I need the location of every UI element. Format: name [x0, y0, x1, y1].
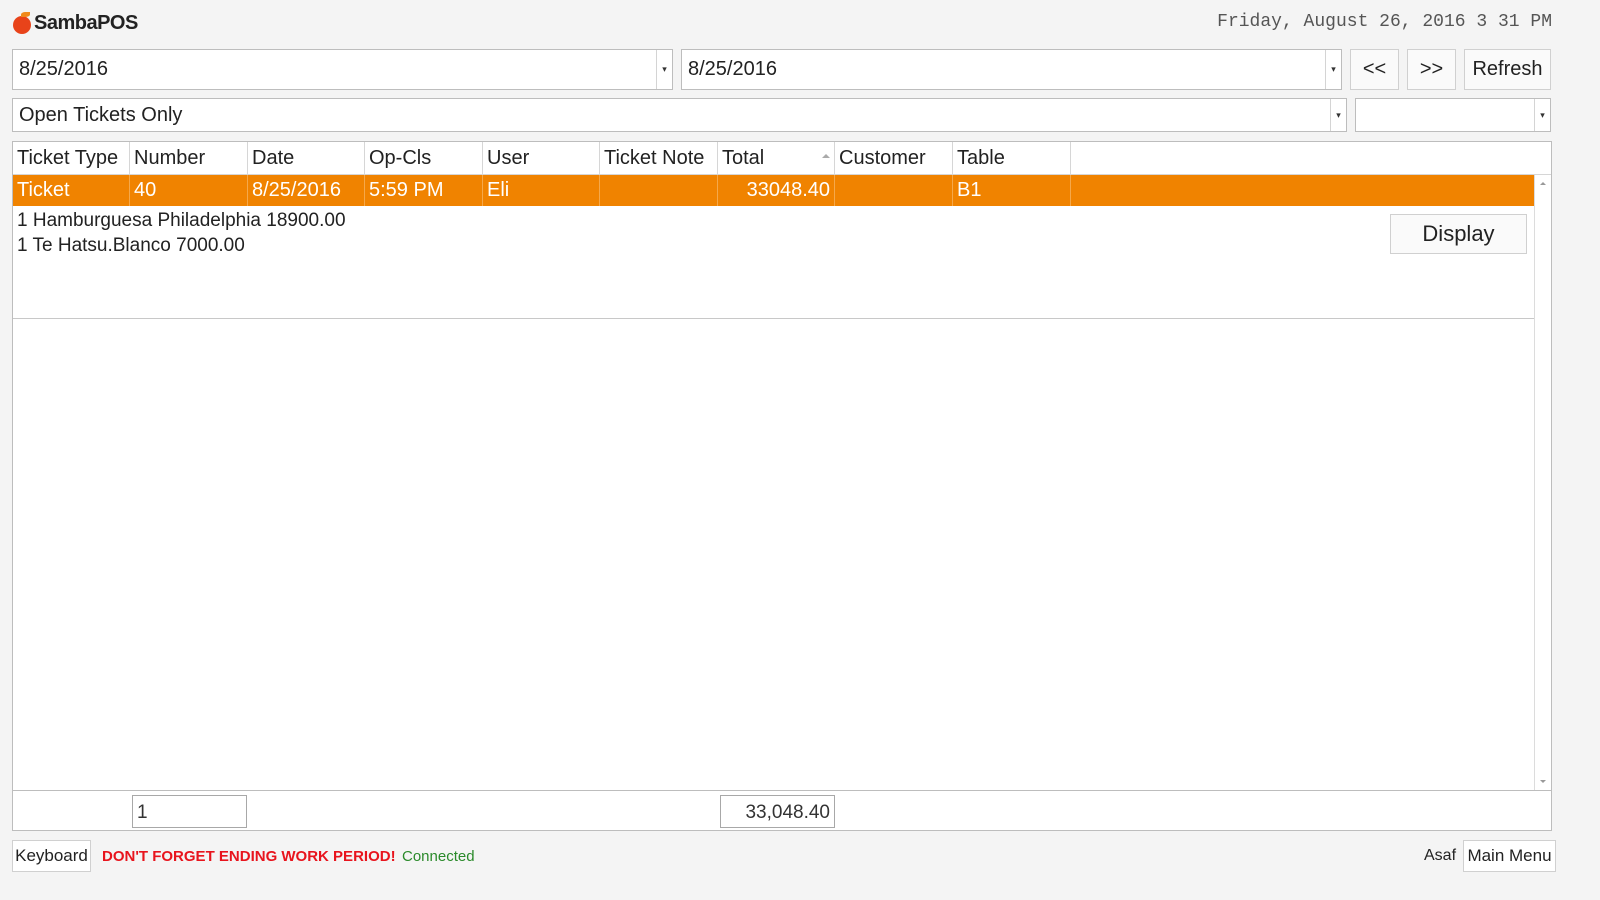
start-date-value: 8/25/2016 [19, 58, 108, 80]
sort-ascending-icon [822, 154, 830, 158]
column-header-customer[interactable]: Customer [835, 142, 953, 174]
column-header-user[interactable]: User [483, 142, 600, 174]
start-date-picker[interactable]: 8/25/2016 ▾ [12, 49, 673, 90]
current-datetime: Friday, August 26, 2016 3 31 PM [1217, 12, 1552, 32]
ticket-filter-select[interactable]: Open Tickets Only ▾ [12, 98, 1347, 132]
cell-user: Eli [483, 175, 600, 206]
column-header-table[interactable]: Table [953, 142, 1071, 174]
grid-header: Ticket Type Number Date Op-Cls User Tick… [13, 142, 1551, 175]
cell-customer [835, 175, 953, 206]
app-logo: SambaPOS [12, 8, 138, 38]
chevron-down-icon[interactable]: ▾ [1330, 99, 1346, 131]
column-header-op-cls[interactable]: Op-Cls [365, 142, 483, 174]
logo-text: SambaPOS [34, 11, 138, 34]
end-date-picker[interactable]: 8/25/2016 ▾ [681, 49, 1342, 90]
total-sum-field: 33,048.40 [720, 795, 835, 828]
tickets-grid: Ticket Type Number Date Op-Cls User Tick… [12, 141, 1552, 791]
column-header-number[interactable]: Number [130, 142, 248, 174]
keyboard-button[interactable]: Keyboard [12, 840, 91, 872]
row-detail-panel: 1 Hamburguesa Philadelphia 18900.00 1 Te… [13, 206, 1534, 319]
summary-footer: 1 33,048.40 [12, 790, 1552, 831]
cell-ticket-note [600, 175, 718, 206]
cell-table: B1 [953, 175, 1071, 206]
table-row-selected[interactable]: Ticket 40 8/25/2016 5:59 PM Eli 33048.40… [13, 175, 1534, 206]
chevron-down-icon[interactable]: ▾ [1325, 50, 1341, 89]
column-header-total[interactable]: Total [718, 142, 835, 174]
end-date-value: 8/25/2016 [688, 58, 777, 80]
column-header-ticket-type[interactable]: Ticket Type [13, 142, 130, 174]
column-header-total-label: Total [722, 147, 765, 169]
current-user: Asaf [1424, 847, 1457, 864]
vertical-scrollbar[interactable] [1534, 175, 1551, 790]
sambapos-logo-icon [12, 12, 32, 34]
cell-number: 40 [130, 175, 248, 206]
ticket-filter-value: Open Tickets Only [19, 103, 183, 126]
previous-period-button[interactable]: << [1350, 49, 1399, 90]
cell-op-cls: 5:59 PM [365, 175, 483, 206]
chevron-down-icon[interactable]: ▾ [656, 50, 672, 89]
cell-ticket-type: Ticket [13, 175, 130, 206]
order-line: 1 Te Hatsu.Blanco 7000.00 [17, 235, 245, 256]
scroll-up-icon[interactable] [1540, 182, 1546, 185]
display-ticket-button[interactable]: Display [1390, 214, 1527, 254]
secondary-filter-select[interactable]: ▾ [1355, 98, 1551, 132]
next-period-button[interactable]: >> [1407, 49, 1456, 90]
work-period-warning: DON'T FORGET ENDING WORK PERIOD! [102, 848, 396, 865]
chevron-down-icon[interactable]: ▾ [1534, 99, 1550, 131]
main-menu-button[interactable]: Main Menu [1463, 840, 1556, 872]
column-header-ticket-note[interactable]: Ticket Note [600, 142, 718, 174]
scroll-down-icon[interactable] [1540, 780, 1546, 783]
order-line: 1 Hamburguesa Philadelphia 18900.00 [17, 210, 346, 231]
column-header-date[interactable]: Date [248, 142, 365, 174]
refresh-button[interactable]: Refresh [1464, 49, 1551, 90]
connection-status: Connected [402, 848, 475, 865]
cell-date: 8/25/2016 [248, 175, 365, 206]
cell-total: 33048.40 [718, 175, 835, 206]
ticket-count-field: 1 [132, 795, 247, 828]
